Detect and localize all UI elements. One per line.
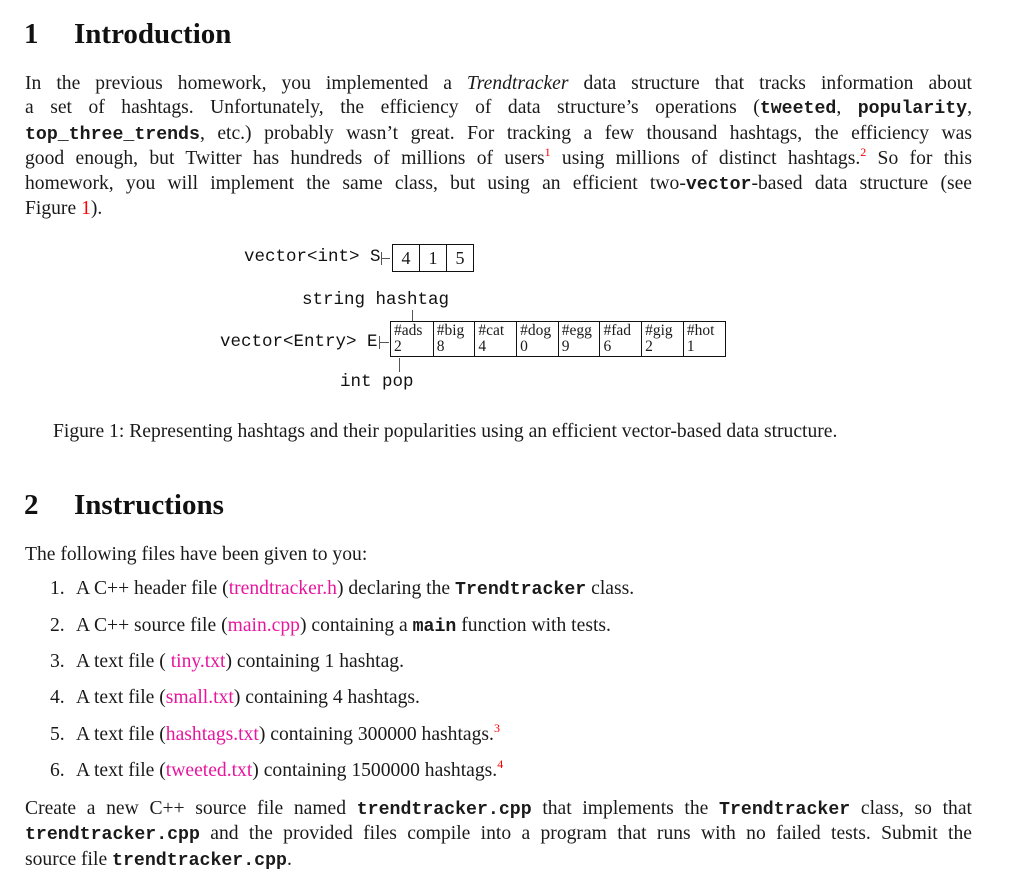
- entry-cell: #cat 4: [474, 322, 516, 356]
- e-vector-label: vector<Entry> E: [220, 332, 378, 352]
- file-link-small-txt[interactable]: small.txt: [166, 687, 234, 708]
- s-connector-line: [381, 258, 390, 259]
- section-title: Introduction: [74, 18, 232, 50]
- entry-hashtag: #hot: [686, 322, 715, 339]
- s-cell: 5: [446, 245, 473, 271]
- section-title: Instructions: [74, 489, 224, 521]
- entry-hashtag: #dog: [520, 322, 552, 339]
- file-link-trendtracker-h[interactable]: trendtracker.h: [229, 578, 337, 599]
- closing-line: source file trendtracker.cpp.: [25, 848, 292, 871]
- closing-paragraph: Create a new C++ source file named trend…: [25, 797, 972, 873]
- entry-pop: 9: [561, 337, 570, 355]
- code-top-three-trends: top_three_trends: [25, 124, 200, 145]
- intro-line: a set of hashtags. Unfortunately, the ef…: [25, 97, 972, 120]
- code-trendtracker-cpp: trendtracker.cpp: [356, 800, 532, 820]
- trendtracker-emphasis: Trendtracker: [466, 73, 569, 94]
- entry-cell: #fad 6: [599, 322, 641, 356]
- pop-connector: [399, 358, 400, 372]
- footnote-ref-3[interactable]: 3: [494, 721, 500, 735]
- section-heading-instructions: 2 Instructions: [24, 489, 224, 522]
- code-tweeted: tweeted: [759, 99, 837, 120]
- entry-cell: #gig 2: [641, 322, 683, 356]
- intro-line: In the previous homework, you implemente…: [25, 73, 972, 94]
- entry-cell: #egg 9: [557, 322, 600, 356]
- e-connector-line: [379, 342, 389, 343]
- section-number: 2: [24, 489, 39, 521]
- file-list-item: 6. A text file (tweeted.txt) containing 1…: [50, 757, 504, 781]
- entry-cell: #big 8: [432, 322, 475, 356]
- entry-cell: #ads 2: [391, 322, 433, 356]
- footnote-ref-4[interactable]: 4: [497, 757, 503, 771]
- file-list-item: 2. A C++ source file (main.cpp) containin…: [50, 615, 611, 637]
- entry-pop: 1: [686, 337, 695, 355]
- entry-pop: 2: [645, 337, 653, 355]
- file-link-hashtags-txt[interactable]: hashtags.txt: [166, 724, 259, 745]
- entry-pop: 4: [478, 337, 487, 355]
- intro-line: good enough, but Twitter has hundreds of…: [25, 145, 973, 170]
- s-connector-tick: [381, 252, 382, 265]
- s-vector-label: vector<int> S: [244, 247, 381, 267]
- intro-line: Figure 1).: [25, 198, 103, 220]
- figure-caption: Figure 1: Representing hashtags and thei…: [53, 421, 838, 442]
- instructions-intro: The following files have been given to y…: [25, 544, 368, 565]
- entry-pop: 2: [394, 337, 402, 355]
- figure-ref-link[interactable]: 1: [81, 198, 91, 219]
- s-vector-boxes: 4 1 5: [392, 244, 474, 272]
- entry-pop: 0: [520, 337, 528, 355]
- entry-hashtag: #big: [436, 322, 465, 339]
- s-cell: 1: [419, 245, 446, 271]
- code-popularity: popularity: [857, 99, 968, 120]
- code-trendtracker-cpp: trendtracker.cpp: [112, 850, 287, 871]
- entry-hashtag: #egg: [561, 322, 592, 339]
- file-list-item: 5. A text file (hashtags.txt) containing …: [50, 721, 500, 745]
- s-cell: 4: [401, 247, 411, 268]
- entry-hashtag: #cat: [478, 322, 505, 339]
- closing-line: trendtracker.cpp and the provided files …: [25, 823, 972, 846]
- code-main: main: [412, 617, 457, 637]
- e-connector-tick: [379, 336, 380, 349]
- code-trendtracker: Trendtracker: [455, 580, 587, 600]
- entry-hashtag: #gig: [645, 322, 673, 339]
- code-trendtracker-cpp: trendtracker.cpp: [25, 825, 200, 846]
- intro-line: homework, you will implement the same cl…: [25, 172, 972, 195]
- pop-field-label: int pop: [340, 372, 414, 392]
- file-link-tiny-txt[interactable]: tiny.txt: [171, 651, 226, 672]
- entry-pop: 8: [436, 337, 445, 355]
- entry-cell: #dog 0: [516, 322, 558, 356]
- file-link-main-cpp[interactable]: main.cpp: [228, 615, 300, 636]
- entry-pop: 6: [603, 337, 612, 355]
- code-vector: vector: [685, 174, 752, 195]
- entry-hashtag: #ads: [394, 322, 423, 339]
- hashtag-field-label: string hashtag: [302, 290, 450, 310]
- entry-cell: #hot 1: [682, 322, 725, 356]
- section-number: 1: [24, 18, 39, 50]
- intro-paragraph: In the previous homework, you implemente…: [25, 72, 972, 221]
- closing-line: Create a new C++ source file named trend…: [25, 798, 972, 820]
- section-heading-introduction: 1 Introduction: [24, 18, 231, 51]
- file-list-item: 4. A text file (small.txt) containing 4 h…: [50, 687, 420, 708]
- file-list-item: 1. A C++ header file (trendtracker.h) dec…: [50, 578, 635, 600]
- e-vector-boxes: #ads 2 #big 8 #cat 4 #dog 0 #egg 9 #fad 6 #gig…: [390, 321, 726, 357]
- file-list-item: 3. A text file ( tiny.txt) containing 1 h…: [50, 651, 404, 672]
- code-trendtracker-class: Trendtracker: [719, 800, 851, 820]
- entry-hashtag: #fad: [603, 322, 631, 339]
- intro-line: top_three_trends, etc.) probably wasn’t …: [25, 122, 972, 145]
- file-link-tweeted-txt[interactable]: tweeted.txt: [166, 760, 253, 781]
